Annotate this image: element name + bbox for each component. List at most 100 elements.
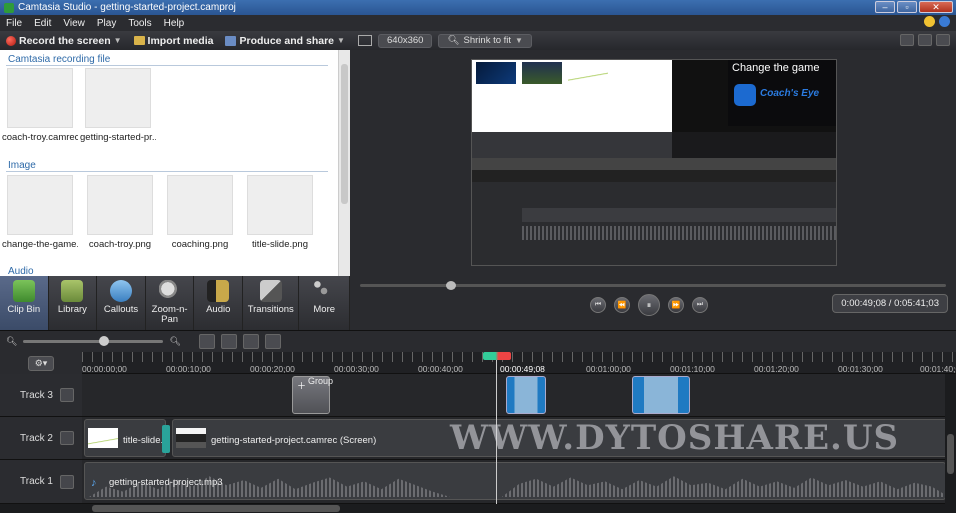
zoom-dropdown[interactable]: 🔍︎ Shrink to fit ▼ [438,33,532,48]
tab-zoom-n-pan[interactable]: Zoom-n-Pan [146,276,195,330]
track-label: Track 3 [20,389,53,401]
menu-help[interactable]: Help [158,18,191,29]
tab-transitions[interactable]: Transitions [243,276,300,330]
menu-view[interactable]: View [57,18,91,29]
scrollbar-thumb[interactable] [341,64,348,204]
clip-item[interactable]: getting-started-pr... [80,68,156,143]
rewind-icon[interactable]: ⏪ [614,297,630,313]
slide-logo-text: Coach's Eye [760,88,820,99]
lock-icon[interactable] [60,431,74,445]
menu-play[interactable]: Play [91,18,122,29]
preview-scrub-bar[interactable] [360,281,946,290]
preview-view-buttons [900,34,950,46]
nested-preview: Change the game Coach's Eye [672,60,836,132]
canvas-dimensions-dropdown[interactable]: 640x360 [378,33,433,48]
fullscreen-icon[interactable] [936,34,950,46]
cut-icon[interactable] [198,334,215,349]
timeline-zoom-slider[interactable] [23,336,164,346]
track-1-header[interactable]: Track 1 [0,460,82,504]
close-button[interactable]: ✕ [919,1,953,13]
jump-end-icon[interactable]: ⏭ [692,297,708,313]
help-icon[interactable] [939,16,950,27]
zoom-out-icon[interactable]: 🔍︎ [6,336,17,347]
transition-marker[interactable] [162,425,170,453]
track-3-header[interactable]: Track 3 [0,374,82,417]
timeline-settings: ⚙▾ [0,352,82,374]
title-slide-clip[interactable]: title-slide.p [84,419,168,457]
app-logo-icon [734,84,756,106]
ruler-tick-label: 00:01:20;00 [754,364,799,374]
clip-name: getting-started-project.camrec (Screen) [211,435,377,446]
ruler-tick-label: 00:01:30;00 [838,364,883,374]
clip-thumbnail [167,175,233,235]
maximize-button[interactable]: ▫ [897,1,917,13]
tab-clip-bin[interactable]: Clip Bin [0,276,49,330]
paste-icon[interactable] [264,334,281,349]
tab-callouts[interactable]: Callouts [97,276,146,330]
clip-bin-panel: Camtasia recording file coach-troy.camre… [0,50,338,276]
folder-icon [133,36,145,45]
gear-icon[interactable]: ⚙▾ [28,355,54,371]
scrollbar-thumb[interactable] [947,434,954,474]
copy-icon[interactable] [242,334,259,349]
produce-share-label: Produce and share [239,34,335,47]
import-media-button[interactable]: Import media [128,35,220,47]
record-icon [6,35,16,46]
scrub-knob[interactable] [446,281,456,290]
tab-audio[interactable]: Audio [194,276,244,330]
clip-item[interactable]: coach-troy.png [82,175,158,250]
zoom-slider-knob[interactable] [99,336,110,346]
zoom-in-icon[interactable]: 🔍︎ [169,336,180,347]
tab-library[interactable]: Library [49,276,98,330]
produce-share-button[interactable]: Produce and share ▼ [219,35,350,47]
transition-clip[interactable] [506,376,546,414]
clip-item[interactable]: change-the-game.... [2,175,78,250]
nested-track-2 [522,208,836,222]
ruler-tick-label: 00:00:00;00 [82,364,127,374]
detach-preview-icon[interactable] [918,34,932,46]
jump-start-icon[interactable]: ⏮ [590,297,606,313]
help-icons [924,16,950,27]
fast-forward-icon[interactable]: ⏩ [668,297,684,313]
nested-track-1 [522,226,836,240]
window-controls: – ▫ ✕ [875,1,953,13]
audio-clip[interactable]: ♪ getting-started-project.mp3 [84,462,949,500]
hand-tool-icon[interactable] [900,34,914,46]
chevron-down-icon[interactable]: ▼ [114,36,122,45]
group-expand-icon[interactable]: ＋ [297,379,306,392]
nested-clip-bin [472,60,672,132]
track-1-lane[interactable]: ♪ getting-started-project.mp3 [82,460,956,504]
transition-clip[interactable] [632,376,690,414]
clip-item[interactable]: coach-troy.camrec [2,68,78,143]
pause-icon[interactable]: ⏸ [638,294,660,316]
timeline-horizontal-scrollbar[interactable] [0,504,956,513]
scrollbar-thumb[interactable] [92,505,340,512]
canvas-size-icon[interactable] [358,35,372,46]
import-media-label: Import media [147,34,214,47]
split-icon[interactable] [220,334,237,349]
clip-item[interactable]: coaching.png [162,175,238,250]
menu-file[interactable]: File [0,18,28,29]
ruler-tick-label: 00:00:30;00 [334,364,379,374]
track-3-lane[interactable]: ＋ Group [82,374,956,417]
playhead-handle[interactable] [483,352,511,360]
nested-ruler [472,170,836,182]
timeline-ruler[interactable]: 00:00:00;00 00:00:10;00 00:00:20;00 00:0… [82,352,956,374]
section-title-audio: Audio [8,266,34,276]
minimize-button[interactable]: – [875,1,895,13]
preview-toolbar: 640x360 🔍︎ Shrink to fit ▼ [350,31,956,50]
clip-item[interactable]: title-slide.png [242,175,318,250]
lock-icon[interactable] [60,388,74,402]
preview-canvas[interactable]: Change the game Coach's Eye [471,59,837,266]
lock-icon[interactable] [60,474,74,489]
lightbulb-icon[interactable] [924,16,935,27]
nested-tabs [472,132,672,158]
menu-edit[interactable]: Edit [28,18,57,29]
clip-bin-scrollbar[interactable] [338,50,350,276]
record-screen-button[interactable]: Record the screen ▼ [0,35,128,47]
chevron-down-icon[interactable]: ▼ [337,36,345,45]
menu-tools[interactable]: Tools [122,18,157,29]
tab-more[interactable]: More [299,276,350,330]
track-2-header[interactable]: Track 2 [0,417,82,460]
timeline-vertical-scrollbar[interactable] [945,374,956,504]
